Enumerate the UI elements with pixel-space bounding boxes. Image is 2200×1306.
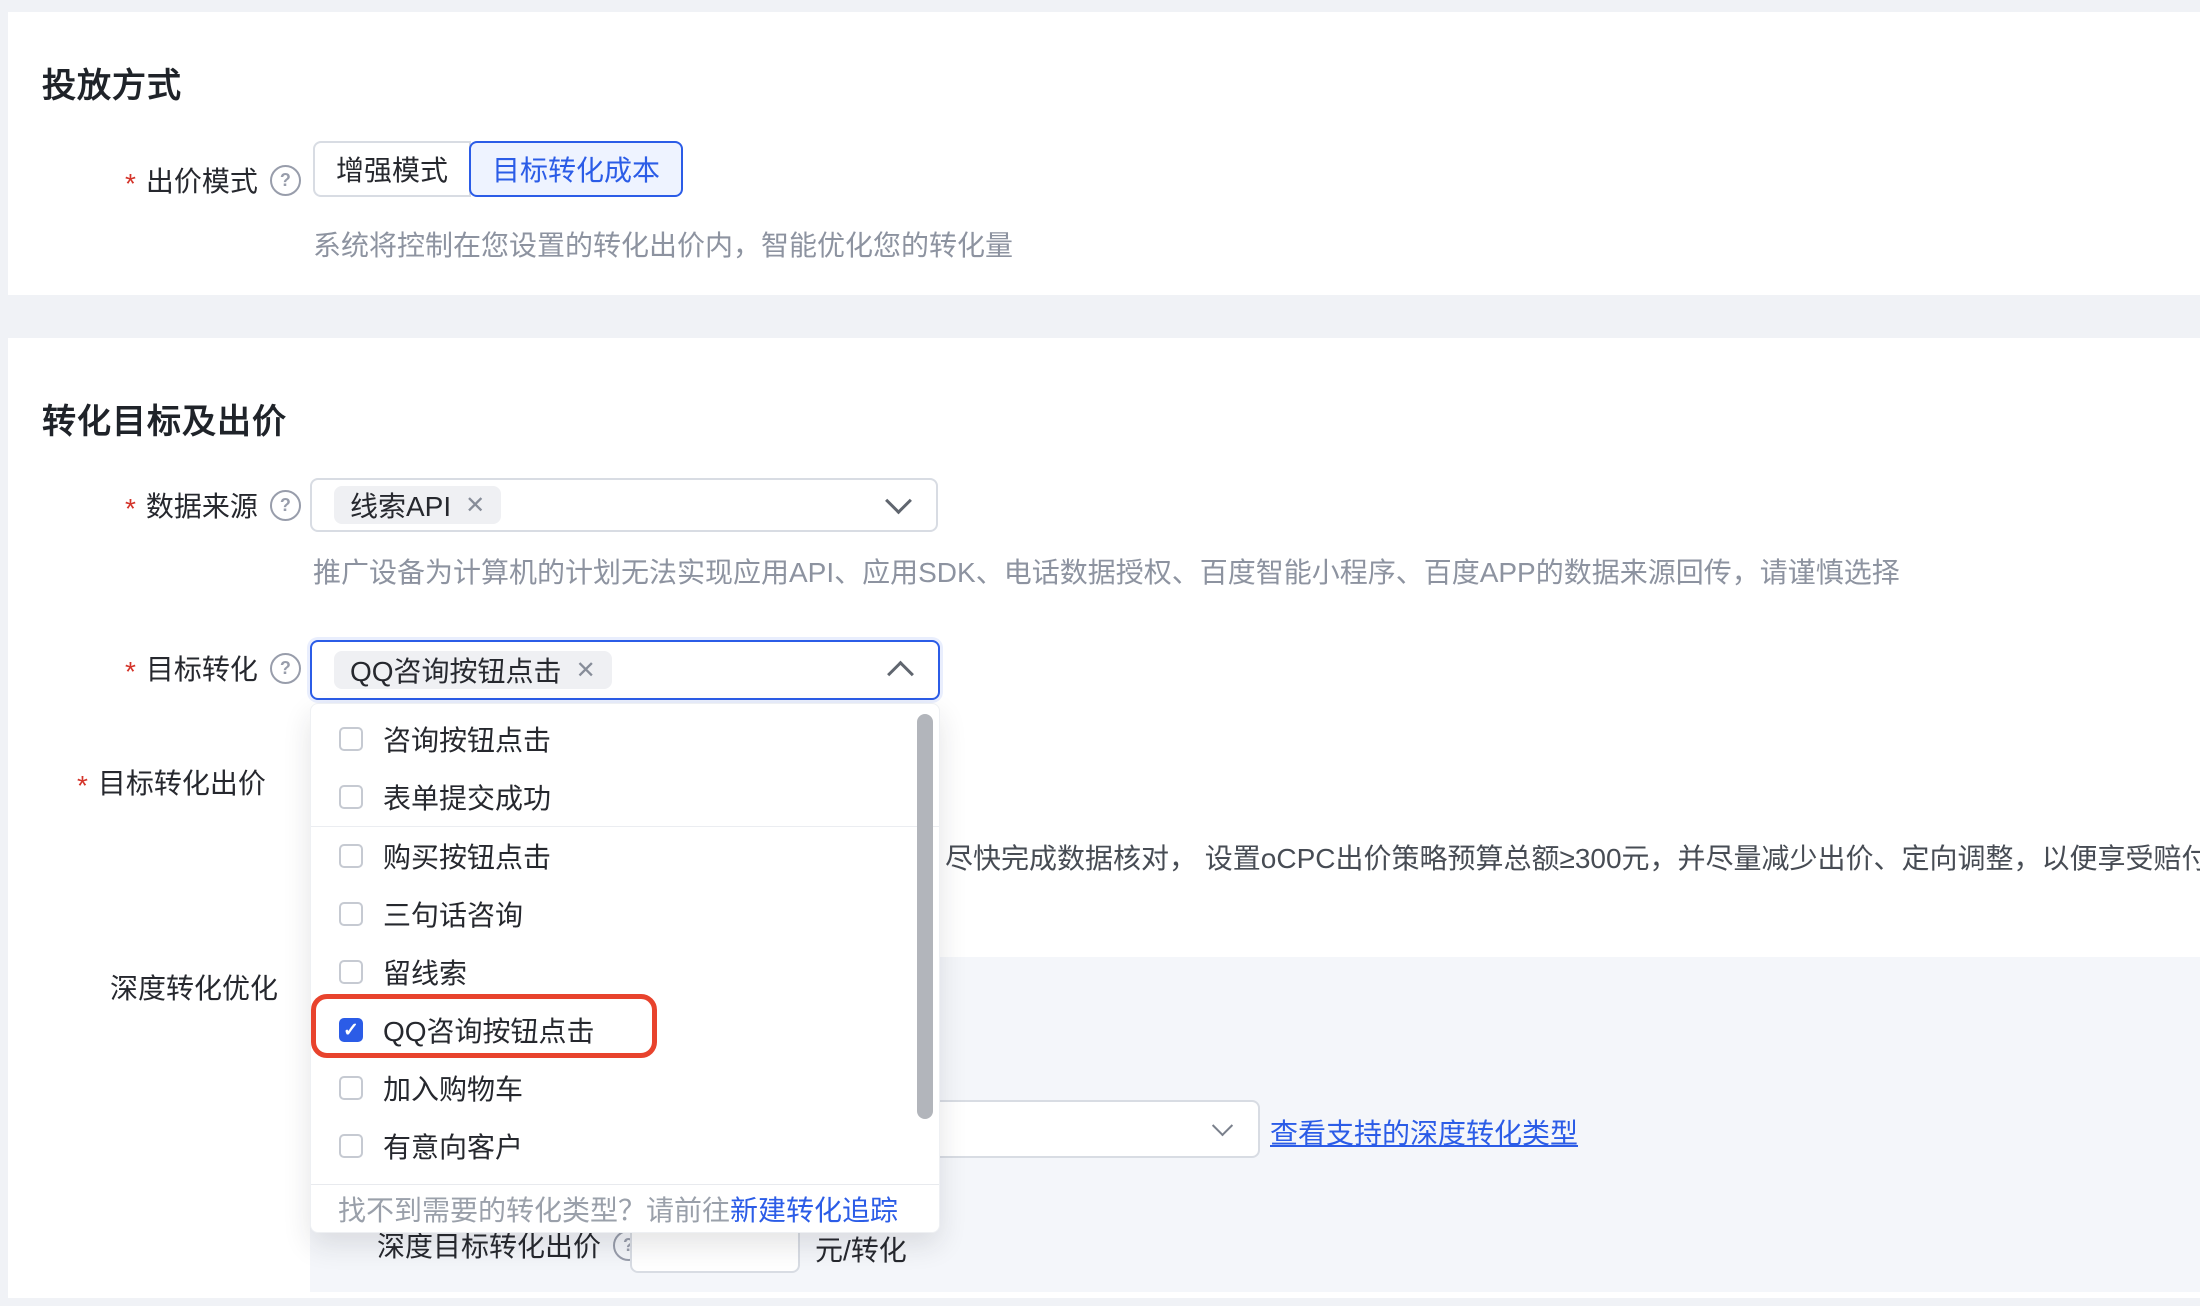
required-asterisk: * [77, 770, 88, 802]
target-cpa-label: 目标转化出价 [98, 762, 266, 802]
dropdown-item-label: 购买按钮点击 [383, 836, 551, 876]
checkbox-unchecked[interactable] [339, 902, 363, 926]
checkbox-unchecked[interactable] [339, 1076, 363, 1100]
dropdown-item[interactable]: 购买按钮点击 [311, 827, 939, 885]
create-conversion-tracking-link[interactable]: 新建转化追踪 [730, 1189, 898, 1229]
required-asterisk: * [125, 656, 136, 688]
chevron-down-icon [1212, 1115, 1233, 1136]
target-conversion-tag: QQ咨询按钮点击 ✕ [334, 651, 612, 689]
dropdown-item[interactable]: 表单提交成功 [311, 768, 939, 826]
dropdown-item-label: 表单提交成功 [383, 777, 551, 817]
dropdown-item[interactable]: 留线索 [311, 943, 939, 1001]
checkbox-unchecked[interactable] [339, 727, 363, 751]
help-icon[interactable]: ? [270, 490, 301, 521]
target-conversion-tag-label: QQ咨询按钮点击 [350, 650, 562, 690]
dropdown-item[interactable]: 加入购物车 [311, 1059, 939, 1117]
data-source-tag: 线索API ✕ [334, 486, 501, 524]
deep-opt-label: 深度转化优化 [110, 959, 278, 1015]
dropdown-footer: 找不到需要的转化类型？请前往 新建转化追踪 [311, 1184, 939, 1232]
deep-conversion-types-link[interactable]: 查看支持的深度转化类型 [1270, 1112, 1578, 1152]
data-source-tag-label: 线索API [350, 485, 451, 525]
target-cpa-label-row: * 目标转化出价 [77, 754, 266, 810]
bid-mode-segmented-control: 增强模式 目标转化成本 [313, 141, 683, 197]
bid-mode-option-enhanced[interactable]: 增强模式 [313, 141, 471, 197]
bid-mode-hint: 系统将控制在您设置的转化出价内，智能优化您的转化量 [313, 224, 1013, 264]
dropdown-item-label: QQ咨询按钮点击 [383, 1010, 595, 1050]
bid-mode-label-row: * 出价模式 ? [125, 152, 301, 208]
checkbox-unchecked[interactable] [339, 1134, 363, 1158]
dropdown-item-label: 三句话咨询 [383, 894, 523, 934]
target-conversion-select[interactable]: QQ咨询按钮点击 ✕ [310, 640, 940, 700]
data-source-hint: 推广设备为计算机的计划无法实现应用API、应用SDK、电话数据授权、百度智能小程… [313, 551, 1900, 591]
help-icon[interactable]: ? [270, 165, 301, 196]
data-source-label-row: * 数据来源 ? [125, 477, 301, 533]
checkbox-unchecked[interactable] [339, 785, 363, 809]
bid-mode-label: 出价模式 [146, 160, 258, 200]
target-conversion-label: 目标转化 [146, 648, 258, 688]
bid-mode-option-target-cpa[interactable]: 目标转化成本 [469, 141, 683, 197]
deep-opt-label-text: 深度转化优化 [110, 967, 278, 1007]
target-cpa-notice: 尽快完成数据核对， 设置oCPC出价策略预算总额≥300元，并尽量减少出价、定向… [945, 837, 2200, 877]
checkbox-checked[interactable]: ✓ [339, 1018, 363, 1042]
dropdown-item[interactable]: 三句话咨询 [311, 885, 939, 943]
checkbox-unchecked[interactable] [339, 960, 363, 984]
target-conversion-label-row: * 目标转化 ? [125, 640, 301, 696]
target-conversion-dropdown: 咨询按钮点击 表单提交成功 购买按钮点击 三句话咨询 留线索 ✓ QQ咨询按钮 [310, 703, 940, 1233]
data-source-select[interactable]: 线索API ✕ [310, 478, 938, 532]
required-asterisk: * [125, 168, 136, 200]
dropdown-item-label: 加入购物车 [383, 1068, 523, 1108]
delivery-method-card: 投放方式 * 出价模式 ? 增强模式 目标转化成本 系统将控制在您设置的转化出价… [8, 12, 2200, 295]
tag-close-icon[interactable]: ✕ [465, 491, 485, 520]
dropdown-item-label: 有意向客户 [383, 1126, 523, 1166]
help-icon[interactable]: ? [270, 653, 301, 684]
section-title-delivery: 投放方式 [42, 58, 182, 107]
dropdown-list: 咨询按钮点击 表单提交成功 购买按钮点击 三句话咨询 留线索 ✓ QQ咨询按钮 [311, 704, 939, 1185]
required-asterisk: * [125, 493, 136, 525]
ocpc-bid-settings-page: 投放方式 * 出价模式 ? 增强模式 目标转化成本 系统将控制在您设置的转化出价… [0, 0, 2200, 1306]
dropdown-item[interactable]: 有意向客户 [311, 1117, 939, 1175]
dropdown-item-selected[interactable]: ✓ QQ咨询按钮点击 [311, 1001, 939, 1059]
deep-cpa-unit: 元/转化 [815, 1229, 907, 1269]
dropdown-item-label: 留线索 [383, 952, 467, 992]
dropdown-item[interactable]: 咨询按钮点击 [311, 710, 939, 768]
section-title-conversion: 转化目标及出价 [42, 394, 287, 443]
dropdown-item-label: 咨询按钮点击 [383, 719, 551, 759]
chevron-up-icon [887, 661, 914, 688]
tag-close-icon[interactable]: ✕ [576, 656, 596, 685]
chevron-down-icon [885, 487, 912, 514]
dropdown-scrollbar[interactable] [917, 714, 933, 1119]
checkbox-unchecked[interactable] [339, 844, 363, 868]
data-source-label: 数据来源 [146, 485, 258, 525]
dropdown-footer-text: 找不到需要的转化类型？请前往 [338, 1189, 730, 1229]
